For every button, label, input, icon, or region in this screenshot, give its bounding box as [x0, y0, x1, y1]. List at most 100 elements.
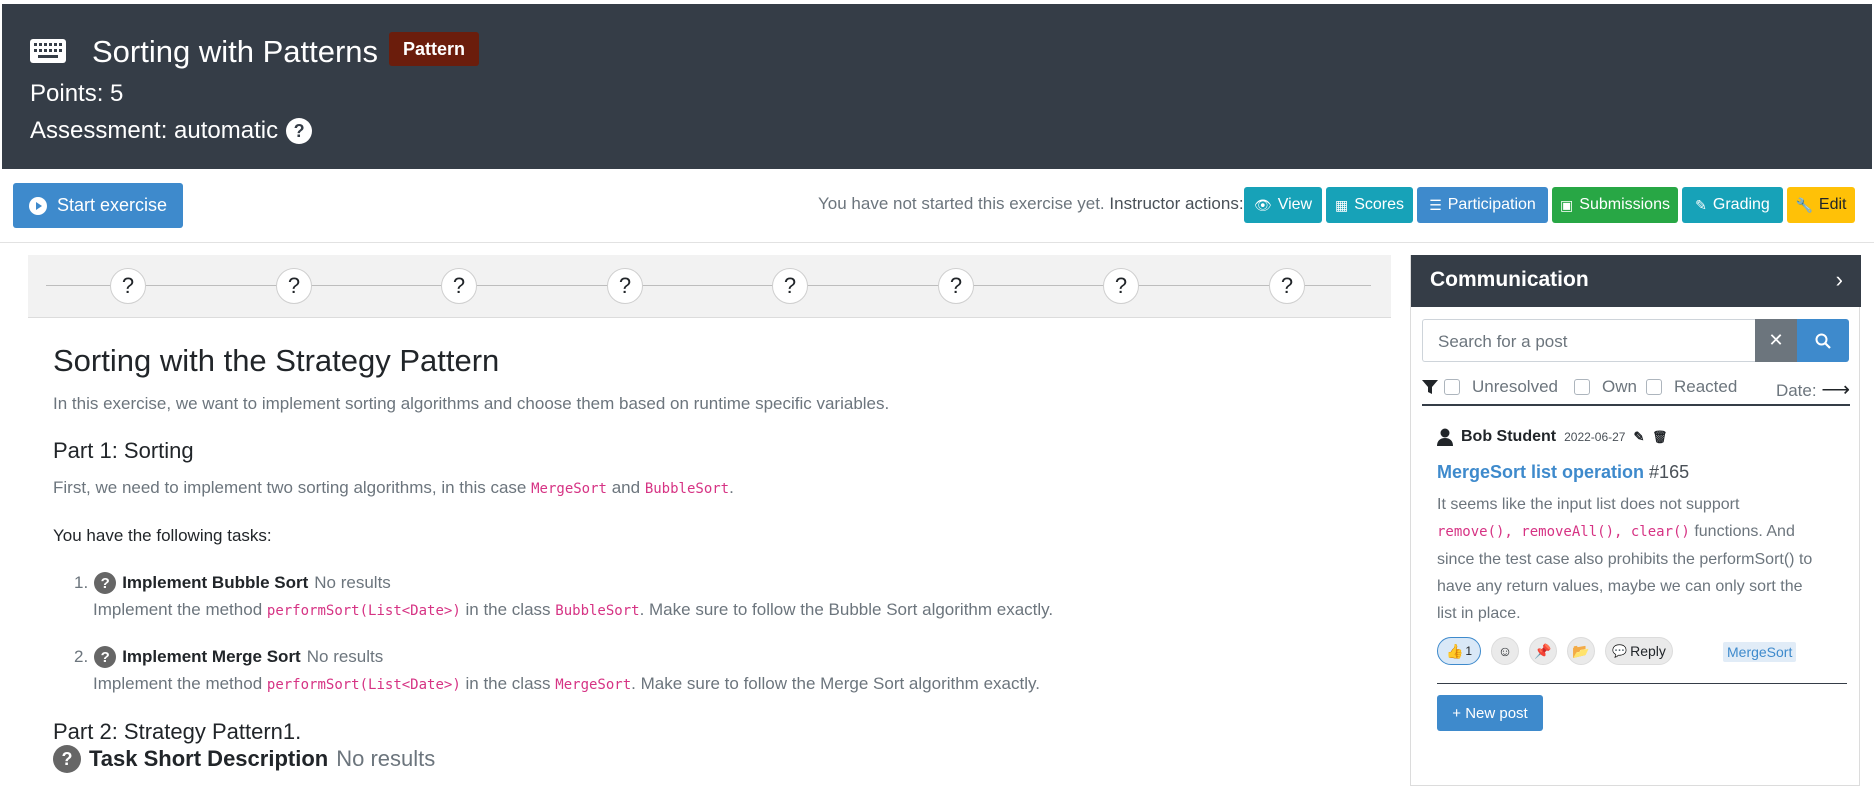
start-exercise-button[interactable]: Start exercise [13, 183, 183, 228]
code-class: BubbleSort [555, 603, 640, 619]
step-status[interactable]: ? [938, 268, 974, 304]
question-circle-icon[interactable]: ? [94, 646, 117, 668]
scores-label: Scores [1354, 196, 1405, 213]
archive-button[interactable]: 📂 [1567, 637, 1595, 665]
post-title-link[interactable]: MergeSort list operation #165 [1437, 462, 1689, 483]
step-status[interactable]: ? [772, 268, 808, 304]
post-search-input[interactable]: Search for a post [1422, 319, 1765, 362]
post-title: MergeSort list operation [1437, 462, 1645, 482]
question-circle-icon[interactable]: ? [53, 745, 81, 773]
post-header: Bob Student 2022-06-27 ✎ 🗑 [1437, 428, 1668, 446]
view-label: View [1277, 196, 1313, 213]
post-filters: Unresolved Own Reacted Date: ⟶ [1422, 376, 1850, 406]
folder-icon: 📂 [1572, 642, 1590, 659]
communication-title: Communication [1430, 268, 1589, 291]
task-title: Implement Bubble Sort [122, 573, 309, 592]
scores-button[interactable]: ▦ Scores [1326, 187, 1413, 223]
new-post-button[interactable]: + New post [1437, 695, 1543, 731]
task-number: 2. [74, 647, 89, 666]
and-text: and [611, 478, 641, 497]
post-body-text: It seems like the input list does not su… [1437, 496, 1740, 513]
post-tag[interactable]: MergeSort [1723, 642, 1797, 662]
step-status[interactable]: ? [1103, 268, 1139, 304]
unresolved-label: Unresolved [1472, 377, 1558, 396]
own-checkbox[interactable] [1574, 379, 1590, 395]
date-sort[interactable]: Date: ⟶ [1776, 377, 1850, 402]
user-icon [1437, 428, 1453, 446]
task-title: Implement Merge Sort [122, 647, 301, 666]
trash-icon[interactable]: 🗑 [1652, 430, 1667, 444]
question-circle-icon[interactable]: ? [94, 572, 117, 594]
steps-line [46, 285, 1371, 286]
edit-label: Edit [1818, 196, 1847, 213]
search-icon [1815, 333, 1831, 349]
clear-search-button[interactable]: ✕ [1755, 319, 1797, 362]
reply-button[interactable]: 💬 Reply [1605, 637, 1673, 665]
reacted-checkbox[interactable] [1646, 379, 1662, 395]
step-status[interactable]: ? [441, 268, 477, 304]
filter-icon [1422, 380, 1438, 394]
chevron-right-icon[interactable]: › [1836, 267, 1843, 293]
code-bubblesort: BubbleSort [644, 481, 730, 497]
task-number: 1. [74, 573, 89, 592]
step-status[interactable]: ? [607, 268, 643, 304]
start-exercise-label: Start exercise [57, 195, 168, 215]
code-class: MergeSort [555, 677, 632, 693]
task-item: 1. ? Implement Bubble Sort No results [74, 572, 391, 594]
step-status[interactable]: ? [1269, 268, 1305, 304]
signature-icon: ✎ [1695, 196, 1707, 213]
problem-intro: In this exercise, we want to implement s… [53, 394, 890, 413]
part1-text: First, we need to implement two sorting … [53, 478, 734, 497]
code-method: performSort(List<Date>) [266, 677, 461, 693]
assessment-label: Assessment: automatic ? [30, 117, 313, 145]
part1-sentence: First, we need to implement two sorting … [53, 478, 527, 497]
task-short-result: No results [336, 746, 436, 771]
exercise-title: Sorting with Patterns [92, 34, 379, 69]
part1-title: Part 1: Sorting [53, 438, 194, 463]
tasks-intro: You have the following tasks: [53, 526, 272, 545]
thumbs-up-reaction[interactable]: 👍 1 [1437, 637, 1481, 665]
arrow-right-icon: ⟶ [1821, 379, 1850, 401]
participation-button[interactable]: ☰ Participation [1417, 187, 1548, 223]
step-status[interactable]: ? [276, 268, 312, 304]
task-result: No results [306, 647, 384, 666]
task-desc-text: . Make sure to follow the Bubble Sort al… [639, 600, 1054, 619]
pin-button[interactable]: 📌 [1529, 637, 1557, 665]
add-reaction-button[interactable]: ☺ [1491, 637, 1519, 665]
book-icon: ▣ [1560, 196, 1574, 213]
grading-button[interactable]: ✎ Grading [1682, 187, 1783, 223]
post-separator [1437, 683, 1847, 684]
post-author: Bob Student [1461, 428, 1557, 445]
play-circle-icon [29, 196, 47, 215]
view-button[interactable]: 👁 View [1244, 187, 1322, 223]
own-label: Own [1602, 377, 1637, 396]
task-description: Implement the method performSort(List<Da… [93, 600, 1053, 620]
communication-sidebar: Communication › Search for a post ✕ Unre… [1410, 255, 1861, 786]
communication-header: Communication › [1411, 255, 1861, 307]
exercise-status: You have not started this exercise yet. … [818, 194, 1244, 214]
task-desc-text: in the class [465, 600, 551, 619]
smile-icon: ☺ [1497, 643, 1513, 659]
reply-label: Reply [1630, 643, 1666, 659]
question-circle-icon[interactable]: ? [286, 118, 313, 144]
code-mergesort: MergeSort [531, 481, 607, 497]
post-body-text: functions. [1694, 523, 1763, 540]
task-desc-text: Implement the method [93, 600, 263, 619]
task-steps-bar: ? ? ? ? ? ? ? ? [28, 255, 1391, 318]
submissions-button[interactable]: ▣ Submissions [1552, 187, 1678, 223]
search-button[interactable] [1797, 319, 1849, 362]
points-label: Points: 5 [30, 80, 124, 107]
exercise-badge: Pattern [389, 32, 480, 66]
task-description: Implement the method performSort(List<Da… [93, 674, 1040, 694]
wrench-icon: 🔧 [1795, 196, 1813, 213]
exercise-header: Sorting with Patterns Pattern Points: 5 … [2, 4, 1872, 169]
post-date: 2022-06-27 [1564, 430, 1626, 444]
pin-icon: 📌 [1534, 642, 1552, 659]
table-icon: ▦ [1334, 196, 1349, 213]
thumbs-up-icon: 👍 [1445, 642, 1464, 659]
unresolved-checkbox[interactable] [1444, 379, 1460, 395]
step-status[interactable]: ? [110, 268, 146, 304]
part2-title: Part 2: Strategy Pattern1. [53, 719, 302, 744]
pencil-icon[interactable]: ✎ [1633, 429, 1644, 445]
edit-button[interactable]: 🔧 Edit [1787, 187, 1855, 223]
